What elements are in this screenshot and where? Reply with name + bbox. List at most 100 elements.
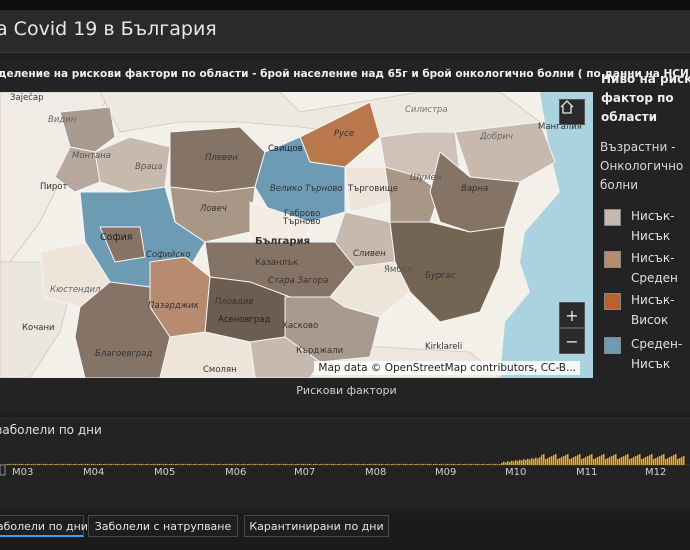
chart-bar (351, 463, 353, 465)
chart-bar (589, 455, 591, 465)
chart-bar (237, 463, 239, 465)
map-view[interactable]: Заječар Видин Монтана Враца Плевен Русе … (0, 92, 593, 378)
chart-bar (653, 459, 655, 465)
chart-bar (51, 463, 53, 465)
chart-bar (123, 463, 125, 465)
map-attribution[interactable]: Map data © OpenStreetMap contributors, C… (314, 361, 580, 375)
daily-cases-chart[interactable] (0, 419, 690, 509)
chart-bar (57, 463, 59, 465)
chart-bar (453, 463, 455, 465)
chart-bar (7, 464, 9, 465)
chart-bar (139, 464, 141, 465)
month-label: M04 (83, 467, 105, 478)
page-title: a Covid 19 в България (0, 18, 217, 40)
chart-bar (513, 461, 515, 465)
chart-bar (375, 463, 377, 465)
legend-item: Нисък-Нисък (604, 205, 690, 245)
legend-swatch (604, 293, 621, 310)
chart-bar (605, 459, 607, 465)
month-label: M11 (576, 467, 598, 478)
chart-bar (65, 464, 67, 465)
map-label: Търговище (347, 184, 398, 194)
chart-bar (181, 464, 183, 465)
tab-quarantined-daily[interactable]: Карантинирани по дни (244, 515, 389, 537)
month-label: M06 (225, 467, 247, 478)
chart-bar (239, 464, 241, 465)
chart-bar (493, 464, 495, 465)
chart-bar (341, 464, 343, 465)
zoom-in-button[interactable]: + (559, 302, 585, 328)
chart-bar (161, 464, 163, 465)
chart-bar (619, 458, 621, 465)
month-label: M03 (12, 467, 34, 478)
chart-bar (47, 464, 49, 465)
chart-bar (451, 464, 453, 465)
chart-bar (241, 464, 243, 465)
chart-bar (543, 454, 545, 465)
chart-bar (111, 463, 113, 465)
chart-bar (675, 454, 677, 465)
chart-bar (437, 464, 439, 465)
chart-bar (315, 463, 317, 465)
chart-bar (191, 464, 193, 465)
chart-bar (641, 459, 643, 465)
map-label: Велико Търново (270, 184, 343, 194)
chart-bar (363, 463, 365, 465)
chart-bar (603, 454, 605, 465)
range-handle-left[interactable] (0, 464, 6, 476)
zoom-out-button[interactable]: − (559, 328, 585, 354)
chart-bar (515, 460, 517, 465)
chart-bar (67, 464, 69, 465)
tab-cumulative-cases[interactable]: Заболели с натрупване (88, 515, 238, 537)
chart-bar (521, 460, 523, 465)
chart-bar (387, 463, 389, 465)
chart-bar (203, 464, 205, 465)
chart-bar (551, 456, 553, 465)
chart-bar (303, 463, 305, 465)
chart-bar (611, 456, 613, 465)
map-label: Шумен (410, 173, 442, 183)
legend-item: Среден-Нисък (604, 333, 690, 373)
chart-bar (101, 464, 103, 465)
chart-bar (317, 464, 319, 465)
chart-bar (667, 458, 669, 465)
chart-bar (323, 464, 325, 465)
chart-bar (507, 461, 509, 465)
chart-bar (87, 463, 89, 465)
chart-bar (45, 463, 47, 465)
chart-bar (365, 464, 367, 465)
chart-bar (163, 464, 165, 465)
map-panel: деление на рискови фактори по области - … (0, 60, 690, 412)
map-canvas[interactable]: Заječар Видин Монтана Враца Плевен Русе … (0, 92, 593, 378)
map-label: Благоевград (95, 349, 152, 359)
chart-bar (103, 464, 105, 465)
chart-bar (213, 463, 215, 465)
chart-bar (281, 464, 283, 465)
chart-bar (389, 464, 391, 465)
month-label: M12 (645, 467, 667, 478)
chart-bar (449, 464, 451, 465)
chart-bar (27, 463, 29, 465)
chart-bar (573, 457, 575, 465)
chart-bar (299, 464, 301, 465)
chart-bar (615, 454, 617, 465)
chart-bar (29, 464, 31, 465)
chart-bar (71, 464, 73, 465)
tab-daily-cases[interactable]: заболели по дни (0, 515, 88, 537)
chart-bar (63, 463, 65, 465)
map-title: деление на рискови фактори по области - … (0, 68, 690, 80)
chart-bar (263, 464, 265, 465)
chart-bar (671, 456, 673, 465)
chart-bar (645, 457, 647, 465)
chart-bar (329, 464, 331, 465)
map-label: Силистра (405, 105, 448, 115)
chart-bar (553, 455, 555, 465)
home-button[interactable] (559, 99, 585, 125)
chart-bar (207, 463, 209, 465)
chart-bar (483, 463, 485, 465)
map-label: Сливен (353, 249, 386, 259)
chart-bar (571, 458, 573, 465)
chart-bar (501, 462, 503, 465)
map-label: София (100, 232, 132, 243)
chart-bar (253, 464, 255, 465)
